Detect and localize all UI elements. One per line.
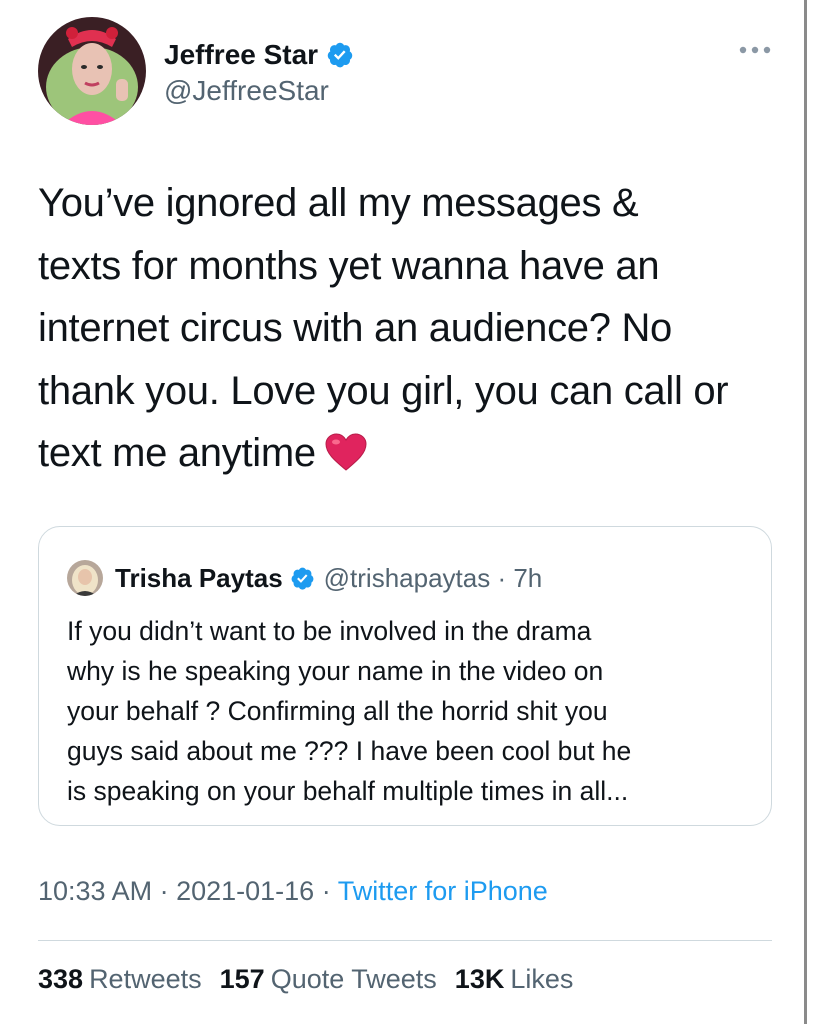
tweet-time[interactable]: 10:33 AM <box>38 876 152 906</box>
retweets-count: 338 <box>38 964 84 994</box>
retweets-stat[interactable]: 338 Retweets <box>38 964 202 995</box>
red-heart-emoji <box>325 433 367 471</box>
meta-separator: · <box>314 876 338 906</box>
author-name-row: Jeffree Star <box>164 37 354 73</box>
author-avatar[interactable] <box>38 17 146 125</box>
likes-count: 13K <box>454 964 505 994</box>
quoted-author-name: Trisha Paytas <box>115 562 283 593</box>
quoted-tweet-card[interactable]: Trisha Paytas @trishapaytas · 7h If you … <box>38 526 772 826</box>
tweet-meta: 10:33 AM · 2021-01-16 · Twitter for iPho… <box>38 876 548 907</box>
tweet-header: Jeffree Star @JeffreeStar <box>38 17 778 127</box>
tweet-text: You’ve ignored all my messages & texts f… <box>38 181 729 475</box>
tweet-body: You’ve ignored all my messages & texts f… <box>38 172 783 485</box>
screen-edge <box>804 0 807 1024</box>
author-name[interactable]: Jeffree Star <box>164 39 318 71</box>
quoted-author-handle: @trishapaytas · 7h <box>323 562 543 593</box>
author-handle[interactable]: @JeffreeStar <box>164 75 329 107</box>
likes-label: Likes <box>510 964 574 994</box>
more-options-icon[interactable] <box>738 45 772 55</box>
likes-stat[interactable]: 13K Likes <box>455 964 574 995</box>
quoted-tweet-header: Trisha Paytas @trishapaytas · 7h <box>67 560 542 596</box>
quote-tweets-count: 157 <box>219 964 265 994</box>
verified-badge-icon <box>291 567 314 590</box>
quoted-author-avatar <box>67 560 103 596</box>
quote-tweets-label: Quote Tweets <box>270 964 437 994</box>
quote-tweets-stat[interactable]: 157 Quote Tweets <box>220 964 437 995</box>
tweet-date[interactable]: 2021-01-16 <box>176 876 314 906</box>
tweet-detail-page: Jeffree Star @JeffreeStar You’ve ignored… <box>0 0 813 1024</box>
quoted-tweet-text: If you didn’t want to be involved in the… <box>67 616 632 806</box>
tweet-source-link[interactable]: Twitter for iPhone <box>338 876 548 906</box>
retweets-label: Retweets <box>89 964 202 994</box>
divider <box>38 940 772 941</box>
engagement-stats: 338 Retweets 157 Quote Tweets 13K Likes <box>38 964 573 995</box>
verified-badge-icon <box>327 42 353 68</box>
meta-separator: · <box>152 876 177 906</box>
